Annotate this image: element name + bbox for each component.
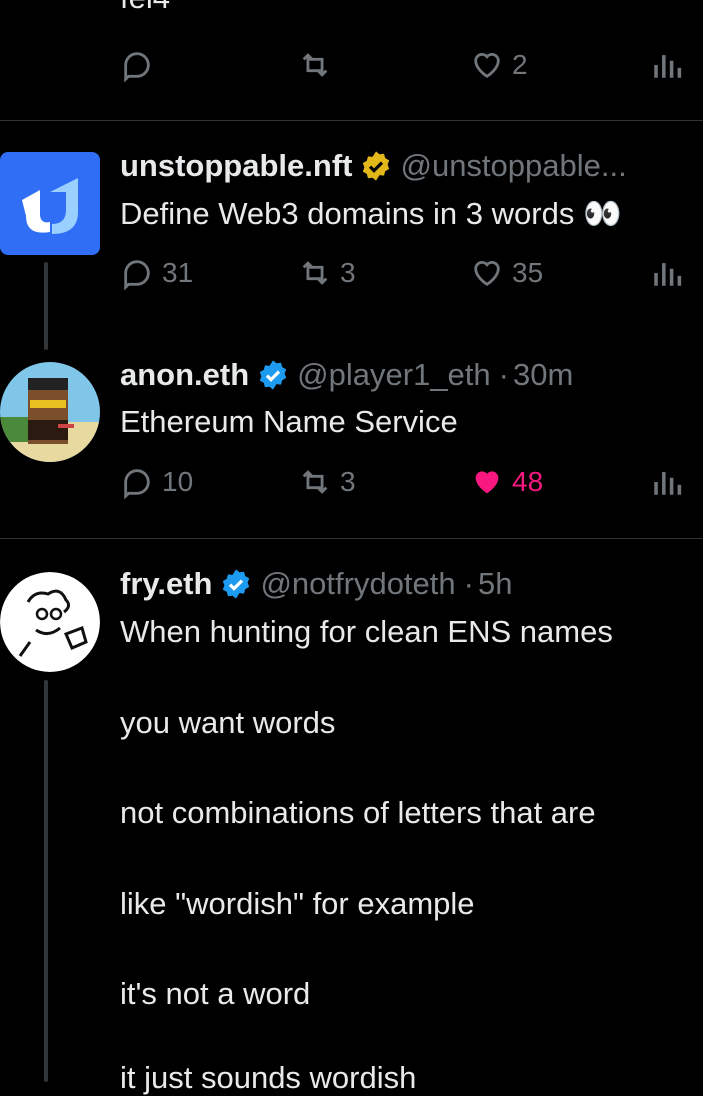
avatar-anon[interactable] <box>0 362 100 462</box>
verified-icon <box>259 360 287 390</box>
tweet-text-line: like "wordish" for example <box>120 886 475 921</box>
tweet-header: anon.eth @player1_eth · 30m <box>120 357 581 393</box>
reply-button[interactable] <box>120 48 162 82</box>
views-icon <box>654 472 682 495</box>
tweet-header: unstoppable.nft @unstoppable... <box>120 148 635 184</box>
divider <box>0 120 703 121</box>
retweet-icon <box>302 53 328 77</box>
verified-gold-icon <box>363 151 390 181</box>
retweet-button[interactable]: 3 <box>298 465 356 499</box>
separator-dot: · <box>498 357 509 392</box>
views-button[interactable] <box>650 48 692 82</box>
thread-line <box>44 680 48 1082</box>
views-icon <box>654 55 682 78</box>
retweet-count: 3 <box>340 466 356 497</box>
reply-icon <box>124 52 150 82</box>
like-count: 2 <box>512 49 528 80</box>
display-name[interactable]: fry.eth <box>120 566 212 602</box>
handle[interactable]: @notfrydoteth <box>260 566 455 602</box>
retweet-icon <box>302 261 328 285</box>
tweet-header: fry.eth @notfrydoteth · 5h <box>120 566 520 602</box>
tweet-text: Ethereum Name Service <box>120 404 458 439</box>
reply-button[interactable]: 10 <box>120 465 193 499</box>
fry-sketch-avatar <box>0 572 100 672</box>
like-button[interactable]: 35 <box>470 256 543 290</box>
timestamp[interactable]: 5h <box>478 566 512 602</box>
like-count: 48 <box>512 466 544 497</box>
tweet-text: Define Web3 domains in 3 words 👀 <box>120 196 622 231</box>
pixel-avatar-image <box>0 362 100 462</box>
views-button[interactable] <box>650 256 692 290</box>
avatar-unstoppable[interactable] <box>0 152 100 255</box>
tweet-text-line: it's not a word <box>120 976 311 1011</box>
timestamp[interactable]: 30m <box>513 357 573 393</box>
views-button[interactable] <box>650 465 692 499</box>
tweet-text-line: it just sounds wordish <box>120 1060 417 1095</box>
tweet-actions: 10 3 48 <box>120 465 703 505</box>
heart-filled-icon <box>475 471 499 494</box>
heart-icon <box>474 261 500 287</box>
tweet-text-line: you want words <box>120 705 336 740</box>
verified-icon <box>223 569 250 599</box>
reply-icon <box>124 469 150 499</box>
previous-tweet-text: fel4 <box>120 0 170 16</box>
display-name[interactable]: unstoppable.nft <box>120 148 352 184</box>
reply-count: 31 <box>162 257 194 288</box>
retweet-count: 3 <box>340 257 356 288</box>
like-button[interactable]: 2 <box>470 48 528 82</box>
display-name[interactable]: anon.eth <box>120 357 249 393</box>
reply-icon <box>124 260 150 290</box>
like-button[interactable]: 48 <box>470 465 543 499</box>
avatar-fry[interactable] <box>0 572 100 672</box>
divider <box>0 538 703 539</box>
like-count: 35 <box>512 257 544 288</box>
tweet-actions: 31 3 35 <box>120 256 703 296</box>
reply-count: 10 <box>162 466 194 497</box>
handle[interactable]: @player1_eth <box>297 357 490 393</box>
handle[interactable]: @unstoppable... <box>400 148 626 184</box>
heart-icon <box>474 53 500 79</box>
unstoppable-logo <box>0 152 100 255</box>
separator-dot: · <box>463 566 474 601</box>
tweet-text-line: When hunting for clean ENS names <box>120 614 613 649</box>
retweet-button[interactable] <box>298 48 340 82</box>
thread-line <box>44 262 48 350</box>
previous-tweet-actions: 2 <box>120 48 703 88</box>
reply-button[interactable]: 31 <box>120 256 193 290</box>
retweet-button[interactable]: 3 <box>298 256 356 290</box>
retweet-icon <box>302 470 328 494</box>
tweet-text-line: not combinations of letters that are <box>120 795 596 830</box>
views-icon <box>654 263 682 286</box>
